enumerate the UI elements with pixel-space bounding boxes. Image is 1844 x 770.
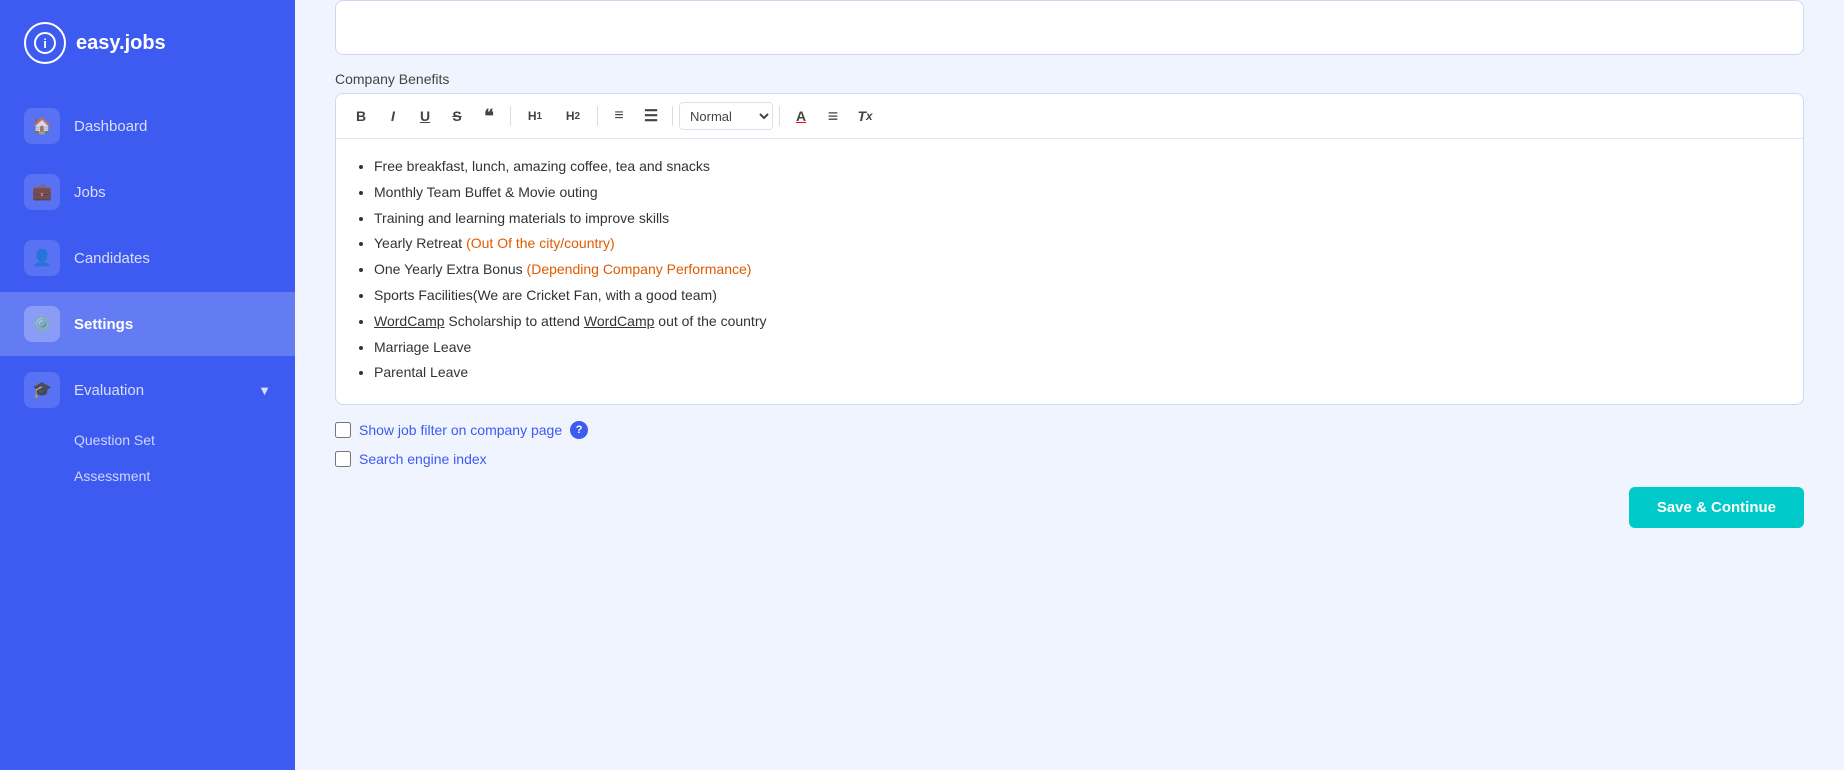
editor-toolbar: B I U S ❝ H1 H2 ≡ ☰ Normal Heading 1 Hea… (336, 94, 1803, 139)
candidates-icon: 👤 (24, 240, 60, 276)
wordcamp-link-2: WordCamp (584, 313, 655, 329)
sidebar: i easy.jobs 🏠 Dashboard 💼 Jobs 👤 Candida… (0, 0, 295, 770)
benefit-item-2: Monthly Team Buffet & Movie outing (374, 181, 1783, 205)
strikethrough-button[interactable]: S (442, 102, 472, 130)
sidebar-item-question-set[interactable]: Question Set (0, 422, 295, 458)
logo-icon: i (24, 22, 66, 64)
benefits-list: Free breakfast, lunch, amazing coffee, t… (356, 155, 1783, 385)
save-button-area: Save & Continue (295, 467, 1844, 528)
assessment-label: Assessment (74, 468, 150, 484)
benefit-highlight-5: (Depending Company Performance) (527, 261, 752, 277)
evaluation-icon: 🎓 (24, 372, 60, 408)
job-filter-row: Show job filter on company page ? (335, 421, 1804, 439)
align-button[interactable]: ≡ (818, 102, 848, 130)
unordered-list-button[interactable]: ☰ (636, 102, 666, 130)
text-color-button[interactable]: A (786, 102, 816, 130)
clear-format-button[interactable]: Tx (850, 102, 880, 130)
benefit-highlight-4: (Out Of the city/country) (466, 235, 615, 251)
toolbar-divider-2 (597, 106, 598, 126)
sidebar-item-evaluation[interactable]: 🎓 Evaluation ▼ (0, 358, 295, 422)
sidebar-label-dashboard: Dashboard (74, 118, 147, 135)
format-select[interactable]: Normal Heading 1 Heading 2 Heading 3 (679, 102, 773, 130)
sidebar-label-settings: Settings (74, 316, 133, 333)
jobs-icon: 💼 (24, 174, 60, 210)
settings-icon: ⚙️ (24, 306, 60, 342)
sidebar-label-jobs: Jobs (74, 184, 106, 201)
editor-content-area[interactable]: Free breakfast, lunch, amazing coffee, t… (336, 139, 1803, 404)
app-logo[interactable]: i easy.jobs (0, 0, 295, 86)
app-name: easy.jobs (76, 32, 166, 55)
toolbar-divider-3 (672, 106, 673, 126)
sidebar-item-jobs[interactable]: 💼 Jobs (0, 160, 295, 224)
rich-text-editor: B I U S ❝ H1 H2 ≡ ☰ Normal Heading 1 Hea… (335, 93, 1804, 405)
blockquote-button[interactable]: ❝ (474, 102, 504, 130)
sidebar-label-candidates: Candidates (74, 250, 150, 267)
bold-button[interactable]: B (346, 102, 376, 130)
search-engine-label[interactable]: Search engine index (359, 451, 487, 467)
sidebar-nav: 🏠 Dashboard 💼 Jobs 👤 Candidates ⚙️ Setti… (0, 86, 295, 502)
dashboard-icon: 🏠 (24, 108, 60, 144)
benefit-item-1: Free breakfast, lunch, amazing coffee, t… (374, 155, 1783, 179)
benefit-item-3: Training and learning materials to impro… (374, 207, 1783, 231)
main-content: Company Benefits B I U S ❝ H1 H2 ≡ ☰ Nor… (295, 0, 1844, 770)
benefit-item-5: One Yearly Extra Bonus (Depending Compan… (374, 258, 1783, 282)
benefit-item-4: Yearly Retreat (Out Of the city/country) (374, 232, 1783, 256)
sidebar-item-settings[interactable]: ⚙️ Settings (0, 292, 295, 356)
job-filter-help-icon[interactable]: ? (570, 421, 588, 439)
top-input-area (335, 0, 1804, 55)
wordcamp-link-1: WordCamp (374, 313, 445, 329)
benefit-item-7: WordCamp Scholarship to attend WordCamp … (374, 310, 1783, 334)
underline-button[interactable]: U (410, 102, 440, 130)
company-benefits-label: Company Benefits (295, 71, 1844, 87)
search-engine-row: Search engine index (335, 451, 1804, 467)
svg-text:i: i (43, 36, 47, 51)
toolbar-divider-4 (779, 106, 780, 126)
sidebar-evaluation-group: 🎓 Evaluation ▼ Question Set Assessment (0, 358, 295, 494)
ordered-list-button[interactable]: ≡ (604, 102, 634, 130)
question-set-label: Question Set (74, 432, 155, 448)
search-engine-checkbox[interactable] (335, 451, 351, 467)
sidebar-item-assessment[interactable]: Assessment (0, 458, 295, 494)
job-filter-checkbox[interactable] (335, 422, 351, 438)
benefit-item-6: Sports Facilities(We are Cricket Fan, wi… (374, 284, 1783, 308)
toolbar-divider-1 (510, 106, 511, 126)
job-filter-label[interactable]: Show job filter on company page (359, 422, 562, 438)
italic-button[interactable]: I (378, 102, 408, 130)
save-continue-button[interactable]: Save & Continue (1629, 487, 1804, 528)
h1-button[interactable]: H1 (517, 102, 553, 130)
benefit-item-9: Parental Leave (374, 361, 1783, 385)
benefit-item-8: Marriage Leave (374, 336, 1783, 360)
sidebar-item-candidates[interactable]: 👤 Candidates (0, 226, 295, 290)
chevron-down-icon: ▼ (258, 383, 271, 398)
checkbox-area: Show job filter on company page ? Search… (295, 405, 1844, 467)
sidebar-item-dashboard[interactable]: 🏠 Dashboard (0, 94, 295, 158)
sidebar-label-evaluation: Evaluation (74, 382, 144, 399)
h2-button[interactable]: H2 (555, 102, 591, 130)
